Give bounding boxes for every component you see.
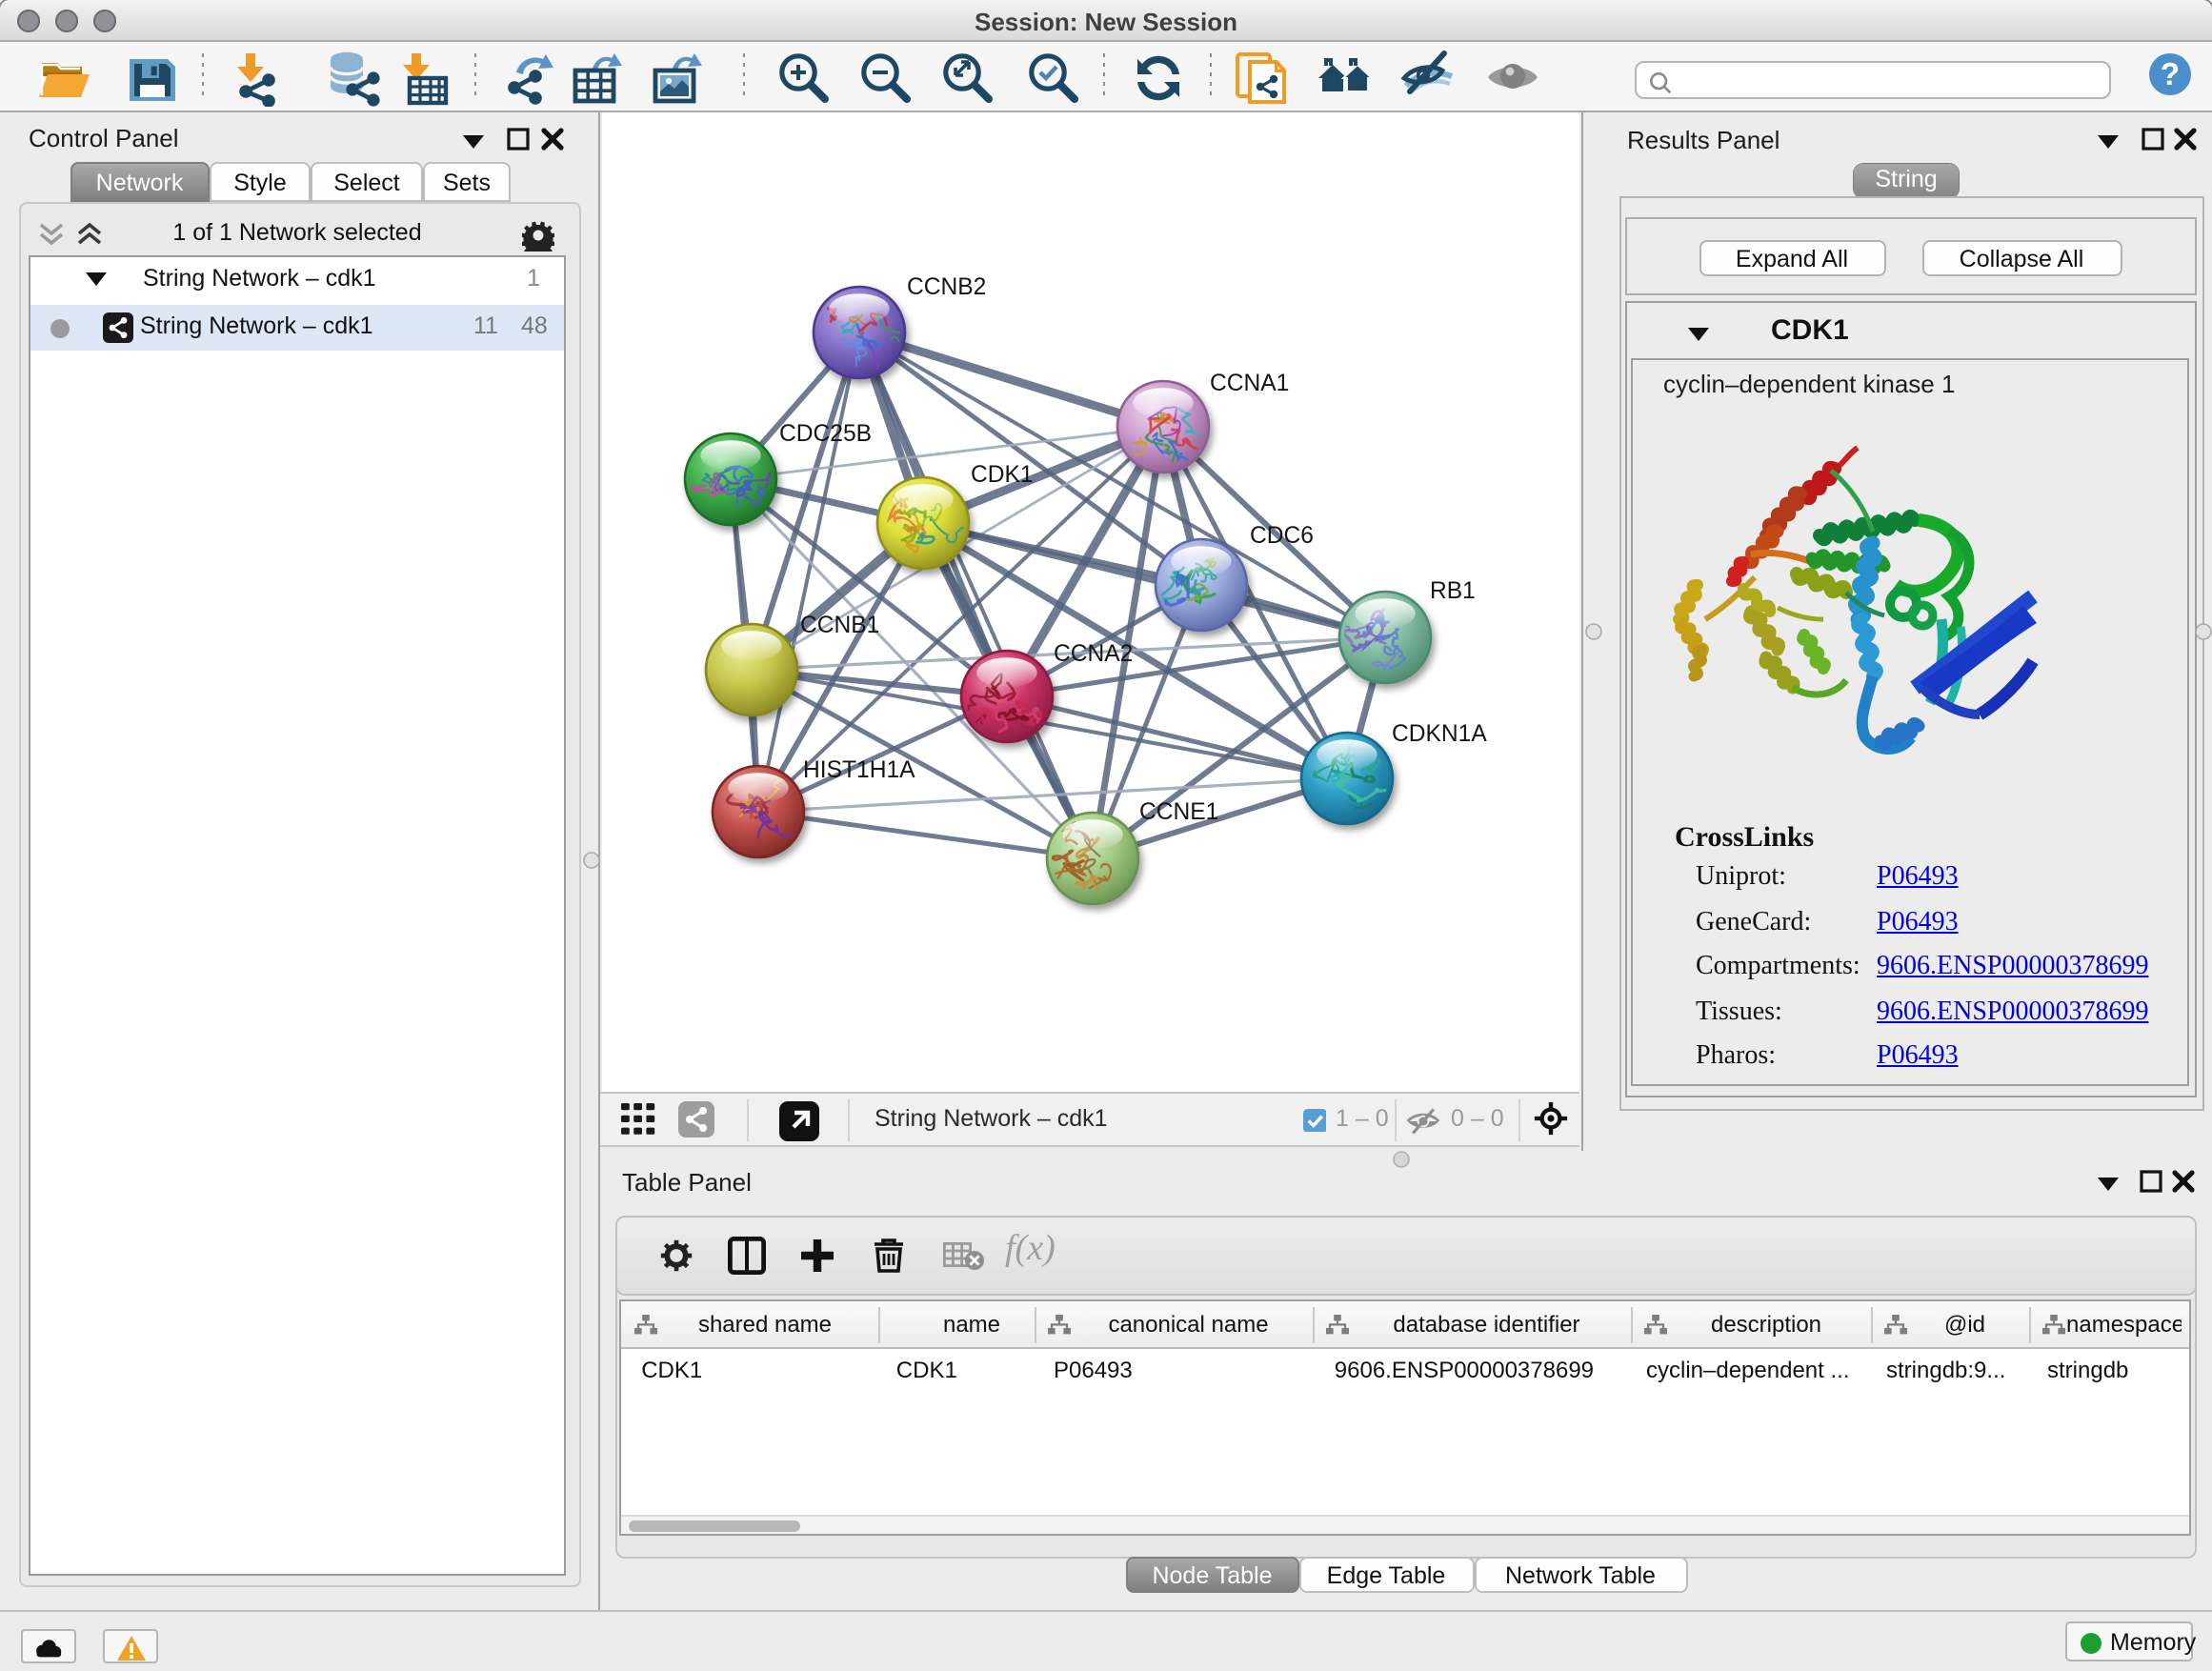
svg-text:CDC6: CDC6 [1250,523,1314,549]
svg-text:CCNA2: CCNA2 [1054,641,1133,667]
svg-text:CDC25B: CDC25B [779,421,872,447]
svg-text:CCNA1: CCNA1 [1210,371,1289,396]
svg-text:HIST1H1A: HIST1H1A [803,757,915,783]
svg-text:CDKN1A: CDKN1A [1392,721,1487,747]
svg-text:?: ? [2161,56,2180,91]
svg-text:CCNE1: CCNE1 [1139,799,1218,825]
svg-text:CDK1: CDK1 [971,462,1034,488]
svg-text:CCNB1: CCNB1 [800,613,879,638]
svg-text:RB1: RB1 [1430,578,1476,604]
svg-text:CCNB2: CCNB2 [907,274,986,300]
